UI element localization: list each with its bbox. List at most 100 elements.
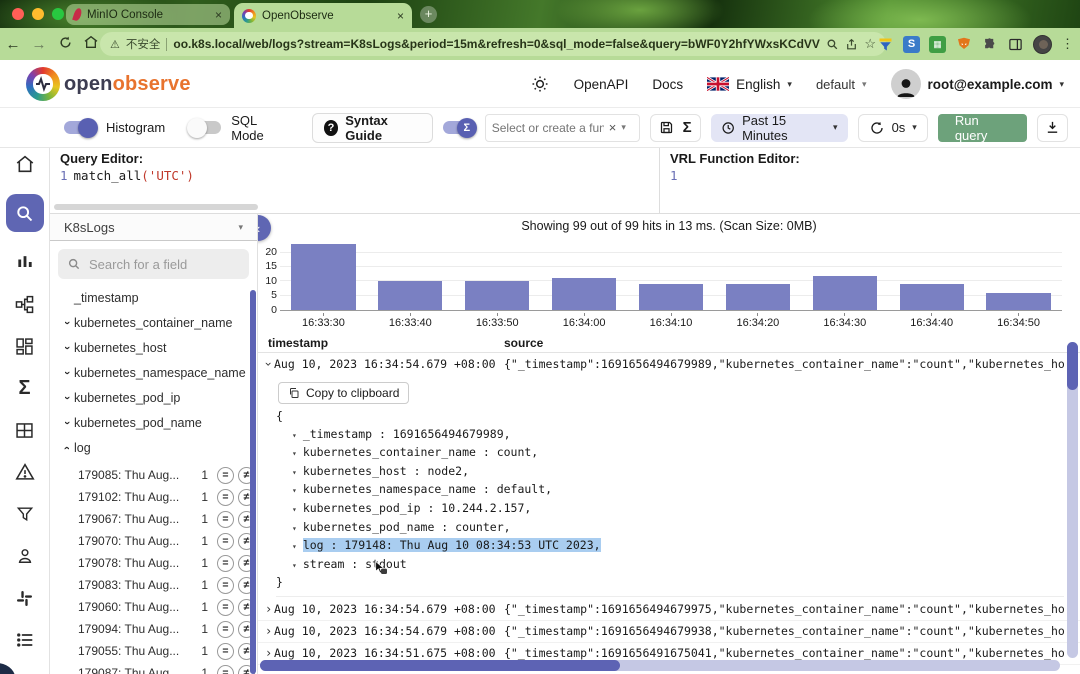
browser-menu-icon[interactable]: ⋮ [1061,36,1074,52]
include-filter-button[interactable]: = [217,664,234,674]
nav-filters[interactable] [13,502,37,526]
chevron-right-icon[interactable]: › [258,624,274,638]
field-value-row[interactable]: 179094: Thu Aug... 1 = ≠ [50,618,257,640]
extension-funnel-icon[interactable] [877,36,894,53]
forward-button[interactable]: → [26,36,52,53]
vertical-scrollbar-thumb[interactable] [1067,342,1078,390]
docs-link[interactable]: Docs [652,77,683,92]
histogram-toggle[interactable] [64,117,98,138]
nav-traces[interactable] [13,292,37,316]
field-item-pod-name[interactable]: › kubernetes_pod_name [50,410,257,435]
nav-functions[interactable]: Σ [13,376,37,400]
nav-dashboards[interactable] [13,334,37,358]
field-value-row[interactable]: 179102: Thu Aug... 1 = ≠ [50,486,257,508]
field-value-row[interactable]: 179070: Thu Aug... 1 = ≠ [50,530,257,552]
reload-button[interactable] [52,35,78,54]
chevron-down-icon[interactable]: › [59,342,74,354]
json-entry[interactable]: ▾ kubernetes_container_name : count, [276,444,1064,463]
nav-users[interactable] [13,544,37,568]
close-icon[interactable]: × [397,9,404,23]
editor-horizontal-scrollbar[interactable] [54,204,258,210]
field-value-row[interactable]: 179055: Thu Aug... 1 = ≠ [50,640,257,662]
include-filter-button[interactable]: = [217,620,234,638]
query-editor[interactable]: Query Editor: 1 match_all('UTC') [50,148,660,213]
close-window-button[interactable] [12,8,24,20]
field-search-box[interactable]: Search for a field [58,249,249,279]
vrl-function-editor[interactable]: VRL Function Editor: 1 [660,148,1080,213]
nav-alerts[interactable] [13,460,37,484]
zoom-page-icon[interactable] [826,38,839,51]
chevron-down-icon[interactable]: ▾ [292,524,297,533]
language-selector[interactable]: English ▾ [707,77,792,92]
function-list-icon[interactable]: Σ [683,119,692,136]
include-filter-button[interactable]: = [217,466,234,484]
user-menu[interactable]: root@example.com ▾ [890,69,1064,99]
address-bar[interactable]: ⚠ 不安全 oo.k8s.local/web/logs?stream=K8sLo… [100,32,886,56]
histogram-bar[interactable] [638,284,704,310]
chevron-down-icon[interactable]: › [59,317,74,329]
copy-to-clipboard-button[interactable]: Copy to clipboard [278,382,410,404]
field-value-row[interactable]: 179083: Thu Aug... 1 = ≠ [50,574,257,596]
time-range-picker[interactable]: Past 15 Minutes ▾ [710,113,848,143]
chevron-down-icon[interactable]: › [59,367,74,379]
function-select[interactable]: × ▾ [484,113,640,142]
json-entry[interactable]: ▾ kubernetes_host : node2, [276,463,1064,482]
run-query-button[interactable]: Run query [937,113,1027,143]
metamask-fox-icon[interactable] [955,36,972,53]
nav-home[interactable] [13,152,37,176]
chevron-down-icon[interactable]: ▾ [292,486,297,495]
organization-selector[interactable]: default ▾ [816,77,867,92]
tab-minio-console[interactable]: MinIO Console × [66,4,230,25]
chevron-down-icon[interactable]: › [258,357,276,371]
chevron-down-icon[interactable]: ▾ [292,505,297,514]
histogram-bar[interactable] [551,278,617,310]
json-entry[interactable]: ▾ kubernetes_pod_name : counter, [276,519,1064,538]
include-filter-button[interactable]: = [217,642,234,660]
chevron-down-icon[interactable]: ▾ [621,122,626,133]
theme-toggle-button[interactable] [530,74,550,94]
timestamp-column-header[interactable]: timestamp [258,336,504,350]
field-value-row[interactable]: 179060: Thu Aug... 1 = ≠ [50,596,257,618]
nav-logs-search[interactable] [5,194,44,232]
json-entry[interactable]: ▾ _timestamp : 1691656494679989, [276,426,1064,445]
clear-icon[interactable]: × [609,120,617,135]
field-value-row[interactable]: 179067: Thu Aug... 1 = ≠ [50,508,257,530]
chevron-down-icon[interactable]: › [59,392,74,404]
field-item-log[interactable]: › log [50,435,257,460]
json-entry[interactable]: ▾ kubernetes_namespace_name : default, [276,481,1064,500]
chevron-down-icon[interactable]: ▾ [292,542,297,551]
chevron-down-icon[interactable]: ▾ [292,561,297,570]
extension-grid-icon[interactable]: ▦ [929,35,946,53]
nav-about[interactable] [13,628,37,652]
chevron-down-icon[interactable]: ▾ [292,431,297,440]
include-filter-button[interactable]: = [217,598,234,616]
chevron-down-icon[interactable]: ▾ [292,449,297,458]
field-value-row[interactable]: 179087: Thu Aug... 1 = ≠ [50,662,257,674]
bookmark-star-icon[interactable]: ☆ [864,36,876,52]
nav-slack[interactable] [13,586,37,610]
horizontal-scrollbar-thumb[interactable] [260,660,620,671]
histogram-bar[interactable] [986,292,1051,310]
chevron-right-icon[interactable]: › [258,646,274,660]
chevron-right-icon[interactable]: › [258,602,274,616]
function-toggle[interactable]: Σ [442,117,477,138]
histogram-bar[interactable] [899,284,964,310]
nav-metrics[interactable] [13,250,37,274]
nav-streams[interactable] [13,418,37,442]
field-item-namespace[interactable]: › kubernetes_namespace_name [50,360,257,385]
log-table-row[interactable]: › Aug 10, 2023 16:34:54.679 +08:00 {"_ti… [258,621,1080,643]
syntax-guide-button[interactable]: ? Syntax Guide [311,112,433,143]
field-value-row[interactable]: 179078: Thu Aug... 1 = ≠ [50,552,257,574]
function-select-input[interactable] [491,120,604,135]
share-icon[interactable] [845,38,858,51]
field-item-timestamp[interactable]: › _timestamp [50,285,257,310]
field-value-row[interactable]: 179085: Thu Aug... 1 = ≠ [50,464,257,486]
include-filter-button[interactable]: = [217,488,234,506]
log-table-row-expanded[interactable]: › Aug 10, 2023 16:34:54.679 +08:00 {"_ti… [258,353,1080,375]
vertical-scrollbar[interactable] [1067,342,1078,658]
browser-profile-avatar[interactable] [1033,34,1052,54]
new-tab-button[interactable]: + [420,6,437,23]
histogram-bar[interactable] [812,275,877,310]
close-icon[interactable]: × [215,8,222,22]
extensions-puzzle-icon[interactable] [981,36,998,53]
